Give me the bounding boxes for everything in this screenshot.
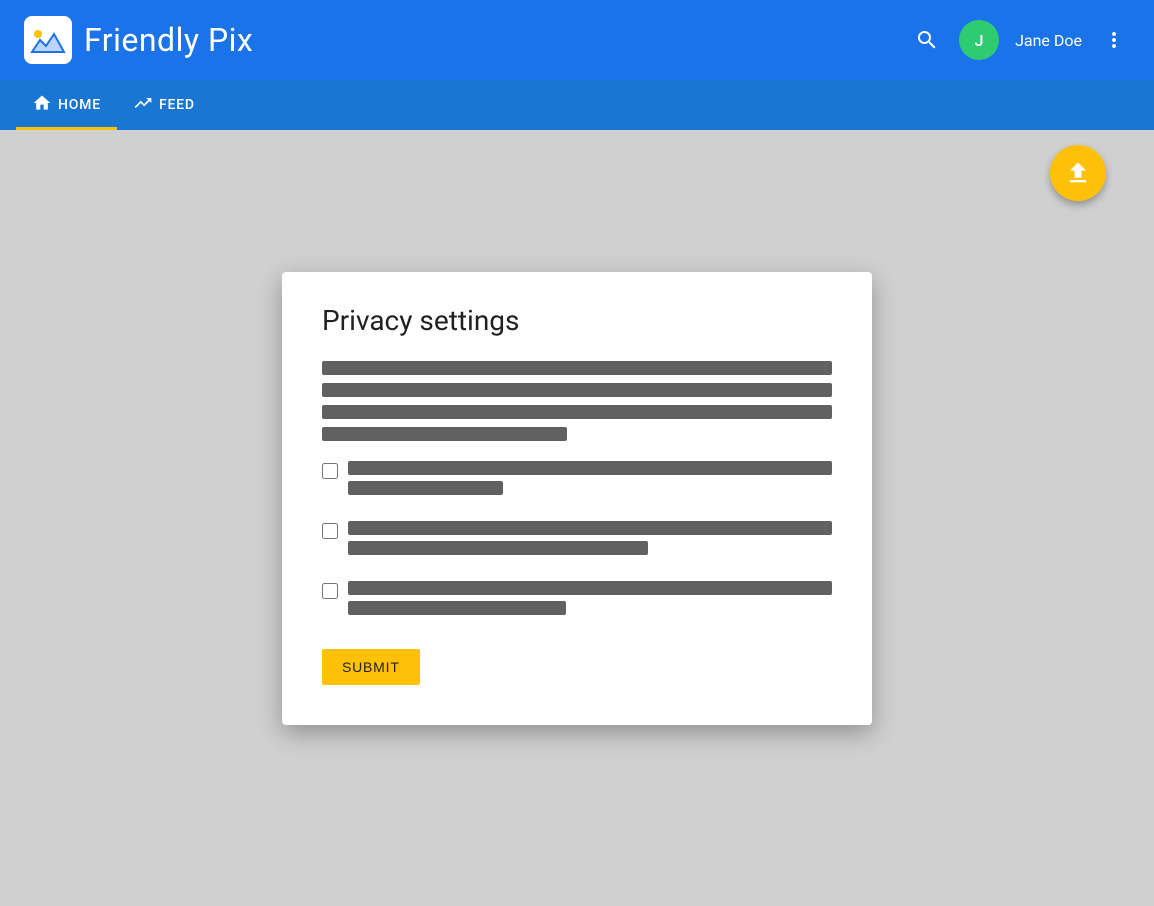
checkbox-2[interactable] bbox=[322, 523, 338, 539]
nav-feed-label: FEED bbox=[159, 97, 195, 113]
checkbox-1-content bbox=[348, 461, 832, 501]
cb2-bar-1 bbox=[348, 521, 832, 535]
username: Jane Doe bbox=[1015, 31, 1082, 50]
logo-area: Friendly Pix bbox=[24, 16, 253, 64]
cb3-bar-1 bbox=[348, 581, 832, 595]
nav-item-home[interactable]: HOME bbox=[16, 80, 117, 130]
cb1-bar-2 bbox=[348, 481, 503, 495]
home-icon bbox=[32, 93, 52, 118]
desc-bar-4 bbox=[322, 427, 567, 441]
description-block bbox=[322, 361, 832, 441]
checkbox-1[interactable] bbox=[322, 463, 338, 479]
privacy-dialog: Privacy settings bbox=[282, 272, 872, 725]
checkbox-item-2 bbox=[322, 521, 832, 561]
search-icon bbox=[915, 28, 939, 52]
desc-bar-2 bbox=[322, 383, 832, 397]
checkbox-item-1 bbox=[322, 461, 832, 501]
trending-svg bbox=[133, 93, 153, 113]
nav-item-feed[interactable]: FEED bbox=[117, 80, 211, 130]
more-vert-icon bbox=[1102, 28, 1126, 52]
cb1-bar-1 bbox=[348, 461, 832, 475]
app-logo-icon bbox=[24, 16, 72, 64]
app-title: Friendly Pix bbox=[84, 21, 253, 59]
upload-icon bbox=[1064, 159, 1092, 187]
checkbox-item-3 bbox=[322, 581, 832, 621]
submit-button[interactable]: SUBMIT bbox=[322, 649, 420, 685]
checkbox-3[interactable] bbox=[322, 583, 338, 599]
desc-bar-3 bbox=[322, 405, 832, 419]
main-content: Privacy settings bbox=[0, 130, 1154, 906]
home-svg bbox=[32, 93, 52, 113]
nav-home-label: HOME bbox=[58, 97, 101, 113]
checkbox-3-content bbox=[348, 581, 832, 621]
upload-fab[interactable] bbox=[1050, 145, 1106, 201]
header-right: J Jane Doe bbox=[911, 20, 1130, 60]
dialog-title: Privacy settings bbox=[322, 304, 832, 337]
cb3-bar-2 bbox=[348, 601, 566, 615]
avatar: J bbox=[959, 20, 999, 60]
search-button[interactable] bbox=[911, 24, 943, 56]
cb2-bar-2 bbox=[348, 541, 648, 555]
navbar: HOME FEED bbox=[0, 80, 1154, 130]
feed-icon bbox=[133, 93, 153, 118]
desc-bar-1 bbox=[322, 361, 832, 375]
checkbox-2-content bbox=[348, 521, 832, 561]
more-options-button[interactable] bbox=[1098, 24, 1130, 56]
header: Friendly Pix J Jane Doe bbox=[0, 0, 1154, 80]
